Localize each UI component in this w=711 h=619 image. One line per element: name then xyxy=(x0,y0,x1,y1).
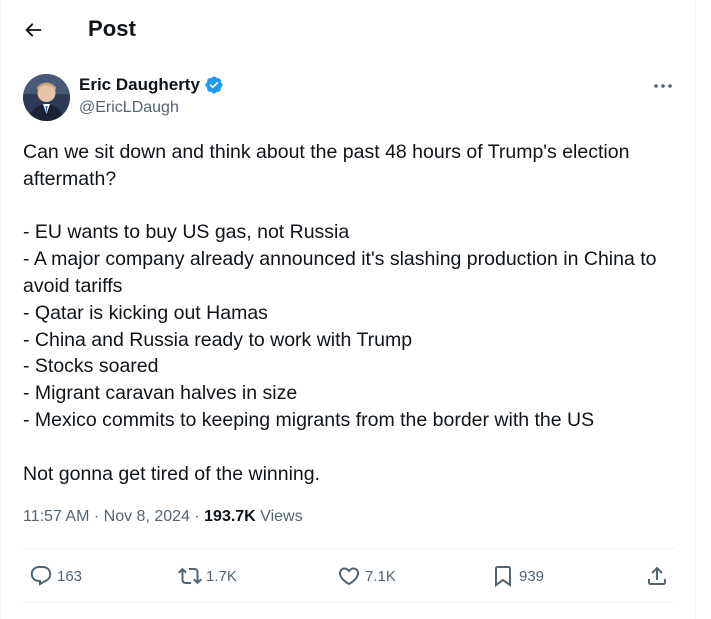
name-row: Eric Daugherty xyxy=(79,74,224,96)
views-label: Views xyxy=(255,508,303,525)
repost-count: 1.7K xyxy=(206,567,237,585)
post-text: Can we sit down and think about the past… xyxy=(23,139,675,487)
page-title: Post xyxy=(88,16,137,41)
heart-icon xyxy=(338,567,360,586)
verified-badge-icon[interactable] xyxy=(204,75,224,95)
repost-button[interactable]: 1.7K xyxy=(178,562,237,590)
reply-icon xyxy=(30,566,52,586)
back-button[interactable] xyxy=(15,12,51,48)
post-paragraph-spacer xyxy=(23,193,675,220)
bookmark-button[interactable]: 939 xyxy=(491,562,544,590)
profile-photo xyxy=(23,74,70,121)
repost-icon xyxy=(178,567,202,585)
views-count[interactable]: 193.7K xyxy=(204,508,256,525)
bookmark-count: 939 xyxy=(519,567,545,585)
meta-separator: · xyxy=(89,508,104,525)
share-icon xyxy=(648,566,666,585)
post-time[interactable]: 11:57 AM xyxy=(23,508,89,525)
reply-button[interactable]: 163 xyxy=(29,562,82,590)
avatar[interactable] xyxy=(23,74,70,121)
like-button[interactable]: 7.1K xyxy=(337,562,396,590)
more-dots-icon xyxy=(654,84,672,88)
divider xyxy=(23,548,675,549)
divider xyxy=(23,602,675,603)
like-count: 7.1K xyxy=(365,567,396,585)
post-page: Post Eric Daugherty @EricLDaugh Can we s… xyxy=(0,0,696,619)
author-handle[interactable]: @EricLDaugh xyxy=(79,97,224,119)
post-paragraph: Can we sit down and think about the past… xyxy=(23,141,630,190)
post-paragraph-spacer xyxy=(23,434,675,461)
bookmark-icon xyxy=(495,566,511,587)
post-meta: 11:57 AM · Nov 8, 2024 · 193.7K Views xyxy=(23,506,303,528)
post-date[interactable]: Nov 8, 2024 xyxy=(104,508,190,525)
action-bar: 163 1.7K 7.1K 939 xyxy=(23,552,675,600)
author-block: Eric Daugherty @EricLDaugh xyxy=(79,74,224,119)
arrow-left-icon xyxy=(25,23,42,37)
post-paragraph: - EU wants to buy US gas, not Russia - A… xyxy=(23,221,657,431)
meta-separator: · xyxy=(189,508,205,525)
more-options-button[interactable] xyxy=(651,76,675,96)
share-button[interactable] xyxy=(645,562,669,590)
reply-count: 163 xyxy=(57,567,83,585)
author-name[interactable]: Eric Daugherty xyxy=(79,74,200,96)
top-bar: Post xyxy=(1,0,697,58)
post-paragraph: Not gonna get tired of the winning. xyxy=(23,462,321,485)
